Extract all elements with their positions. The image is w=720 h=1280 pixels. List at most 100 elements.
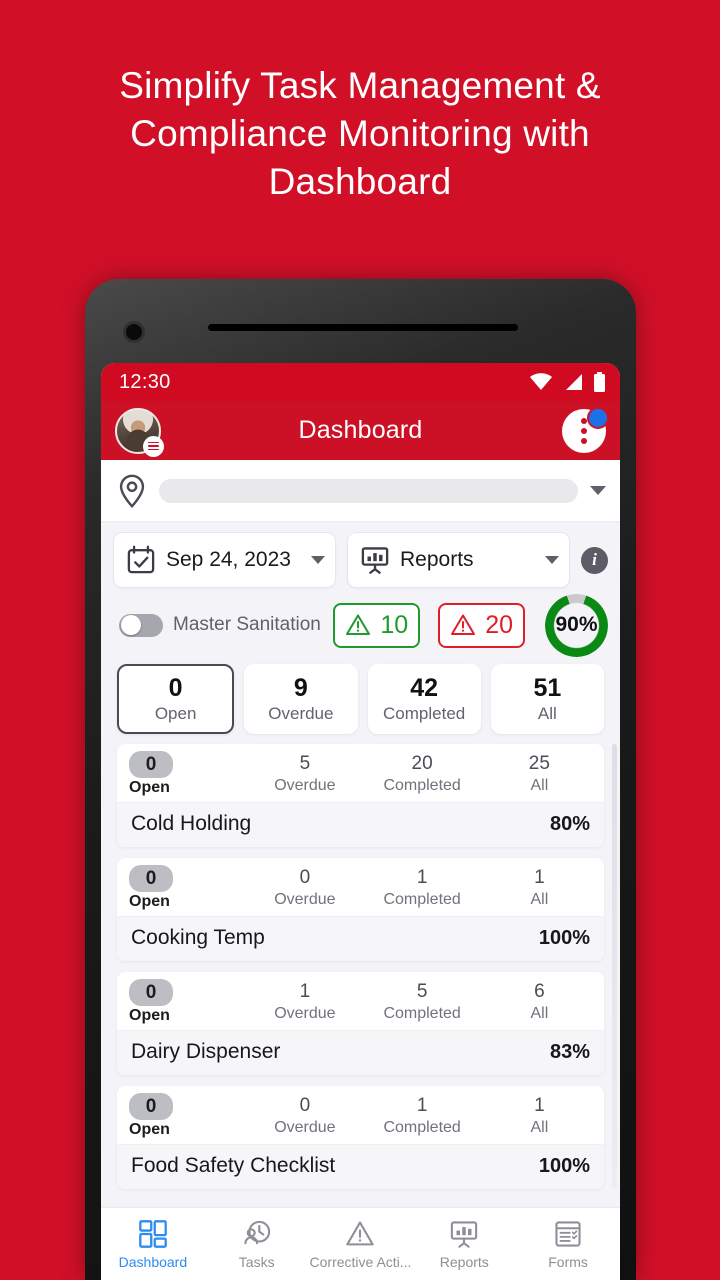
- hamburger-menu-icon[interactable]: [143, 435, 164, 457]
- task-stat-value: 25: [528, 753, 550, 774]
- task-stats: 0 Open 0 Overdue 1 Completed 1 All: [117, 858, 604, 916]
- task-stat-value: 1: [416, 867, 428, 888]
- task-stat-label: Completed: [383, 1005, 461, 1022]
- task-stat-value: 0: [129, 1093, 173, 1120]
- location-input[interactable]: [159, 478, 578, 503]
- app-bar: Dashboard: [101, 401, 620, 460]
- task-stat-value: 5: [299, 753, 311, 774]
- task-list: 0 Open 5 Overdue 20 Completed 25 All Col…: [101, 744, 620, 1189]
- summary-card-completed[interactable]: 42 Completed: [367, 664, 481, 734]
- warning-triangle-icon: [345, 1219, 375, 1249]
- summary-card-open[interactable]: 0 Open: [117, 664, 235, 734]
- task-stat-completed: 20 Completed: [364, 751, 481, 797]
- wifi-icon: [529, 373, 553, 391]
- completion-percent: 90%: [555, 613, 598, 636]
- task-row[interactable]: 0 Open 0 Overdue 1 Completed 1 All Cooki…: [117, 858, 604, 961]
- alert-count-badge[interactable]: 20: [438, 602, 525, 648]
- task-stat-completed: 1 Completed: [364, 865, 481, 911]
- nav-label: Reports: [439, 1253, 489, 1270]
- task-stat-label: Overdue: [274, 1005, 336, 1022]
- nav-item-corrective-actions[interactable]: Corrective Acti...: [309, 1219, 413, 1270]
- status-bar: 12:30: [101, 363, 620, 401]
- task-title-row: Cooking Temp 100%: [117, 916, 604, 961]
- task-stat-value: 0: [129, 751, 173, 778]
- task-stats: 0 Open 0 Overdue 1 Completed 1 All: [117, 1086, 604, 1144]
- warning-count-badge[interactable]: 10: [333, 602, 421, 648]
- page-title: Simplify Task Management & Compliance Mo…: [119, 65, 601, 202]
- date-dropdown-label: Sep 24, 2023: [166, 548, 291, 571]
- nav-item-dashboard[interactable]: Dashboard: [101, 1219, 205, 1270]
- summary-card-label: Overdue: [268, 704, 334, 723]
- report-dropdown-label: Reports: [400, 548, 474, 571]
- summary-card-label: Open: [154, 704, 197, 723]
- summary-card-value: 51: [533, 674, 562, 702]
- chevron-down-icon[interactable]: [590, 486, 606, 495]
- nav-item-tasks[interactable]: Tasks: [205, 1219, 309, 1270]
- info-icon[interactable]: i: [581, 546, 608, 574]
- task-stat-value: 1: [534, 1095, 545, 1116]
- task-title: Dairy Dispenser: [131, 1040, 281, 1063]
- task-stat-label: Open: [129, 1007, 170, 1024]
- filter-row: Sep 24, 2023 Reports i: [101, 522, 620, 596]
- task-title-row: Dairy Dispenser 83%: [117, 1030, 604, 1075]
- task-stat-label: Open: [129, 1121, 170, 1138]
- report-dropdown[interactable]: Reports: [347, 532, 570, 588]
- task-stat-label: Completed: [383, 777, 461, 794]
- status-time: 12:30: [119, 370, 171, 393]
- task-row[interactable]: 0 Open 1 Overdue 5 Completed 6 All Dairy…: [117, 972, 604, 1075]
- task-stat-label: Overdue: [274, 891, 336, 908]
- location-selector[interactable]: [101, 460, 620, 522]
- location-pin-icon: [117, 474, 147, 508]
- avatar[interactable]: [115, 407, 164, 457]
- task-stat-value: 1: [416, 1095, 428, 1116]
- summary-card-overdue[interactable]: 9 Overdue: [244, 664, 358, 734]
- nav-label: Forms: [548, 1253, 588, 1270]
- scrollbar[interactable]: [612, 744, 617, 1189]
- task-stat-value: 6: [534, 981, 545, 1002]
- task-stat-value: 0: [129, 979, 173, 1006]
- task-stat-label: All: [530, 1005, 549, 1022]
- task-title-row: Cold Holding 80%: [117, 802, 604, 847]
- task-title-row: Food Safety Checklist 100%: [117, 1144, 604, 1189]
- task-stat-label: Overdue: [274, 1119, 336, 1136]
- summary-card-label: Completed: [383, 704, 466, 723]
- task-stat-overdue: 0 Overdue: [246, 865, 363, 911]
- chevron-down-icon[interactable]: [545, 556, 559, 564]
- summary-cards: 0 Open 9 Overdue 42 Completed 51 All: [101, 658, 620, 744]
- task-stat-value: 1: [534, 867, 545, 888]
- task-percent: 100%: [538, 926, 590, 949]
- completion-progress-ring: 90%: [545, 594, 608, 657]
- overflow-menu-button[interactable]: [562, 406, 609, 453]
- warning-triangle-icon: [345, 613, 371, 637]
- task-stat-label: Overdue: [274, 777, 336, 794]
- phone-speaker: [208, 324, 518, 331]
- calendar-check-icon: [126, 545, 156, 575]
- master-sanitation-toggle[interactable]: [119, 613, 163, 637]
- report-chart-icon: [449, 1219, 479, 1249]
- nav-label: Corrective Acti...: [309, 1253, 412, 1270]
- task-row[interactable]: 0 Open 0 Overdue 1 Completed 1 All Food …: [117, 1086, 604, 1189]
- nav-item-reports[interactable]: Reports: [412, 1219, 516, 1270]
- summary-card-all[interactable]: 51 All: [490, 664, 604, 734]
- master-sanitation-label: Master Sanitation: [173, 614, 321, 635]
- nav-label: Tasks: [238, 1253, 275, 1270]
- toggle-knob: [120, 615, 141, 635]
- report-chart-icon: [360, 545, 390, 575]
- task-stat-open: 0 Open: [123, 979, 246, 1025]
- summary-card-value: 0: [168, 674, 183, 702]
- date-dropdown[interactable]: Sep 24, 2023: [113, 532, 336, 588]
- task-stat-open: 0 Open: [123, 751, 246, 797]
- task-percent: 80%: [549, 812, 590, 835]
- chevron-down-icon[interactable]: [311, 556, 325, 564]
- task-stat-overdue: 5 Overdue: [246, 751, 363, 797]
- task-percent: 83%: [549, 1040, 590, 1063]
- task-stat-all: 6 All: [481, 979, 598, 1025]
- task-stat-label: Completed: [383, 1119, 461, 1136]
- battery-icon: [593, 372, 606, 392]
- task-stat-label: All: [530, 891, 549, 908]
- task-title: Cold Holding: [131, 812, 252, 835]
- task-percent: 100%: [538, 1154, 590, 1177]
- task-stat-label: Completed: [383, 891, 461, 908]
- task-row[interactable]: 0 Open 5 Overdue 20 Completed 25 All Col…: [117, 744, 604, 847]
- nav-item-forms[interactable]: Forms: [516, 1219, 620, 1270]
